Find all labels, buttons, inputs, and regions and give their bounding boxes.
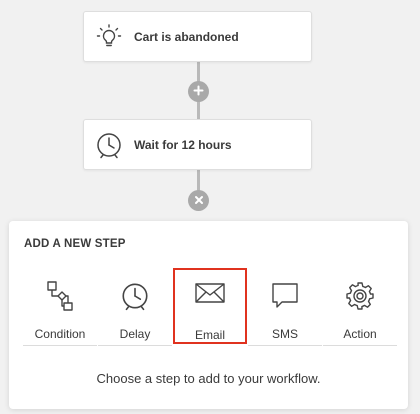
plus-icon — [193, 83, 204, 101]
step-label: Action — [343, 327, 377, 341]
close-panel-button[interactable] — [188, 190, 209, 211]
node-label: Wait for 12 hours — [134, 137, 232, 152]
step-divider — [98, 345, 172, 346]
condition-flow-icon — [45, 280, 75, 312]
step-action[interactable]: Action — [323, 271, 397, 347]
panel-title: ADD A NEW STEP — [24, 238, 126, 250]
step-divider — [248, 345, 322, 346]
step-label: Email — [194, 328, 225, 342]
step-email[interactable]: Email — [173, 268, 247, 344]
workflow-node-wait[interactable]: Wait for 12 hours — [83, 119, 312, 170]
gear-icon — [344, 280, 376, 312]
step-label: Condition — [34, 327, 86, 341]
step-label: Delay — [119, 327, 151, 341]
clock-icon — [94, 130, 124, 160]
connector-line-bottom — [197, 170, 200, 192]
add-step-panel: ADD A NEW STEP Condition Delay Email SMS… — [9, 221, 408, 409]
step-divider — [23, 345, 97, 346]
node-label: Cart is abandoned — [134, 29, 239, 44]
close-icon — [194, 192, 204, 210]
clock-icon — [119, 280, 151, 312]
step-sms[interactable]: SMS — [248, 271, 322, 347]
add-step-button[interactable] — [188, 81, 209, 102]
workflow-node-trigger[interactable]: Cart is abandoned — [83, 11, 312, 62]
step-condition[interactable]: Condition — [23, 271, 97, 347]
speech-bubble-icon — [270, 280, 300, 312]
step-label: SMS — [271, 327, 298, 341]
envelope-icon — [194, 278, 226, 308]
step-divider — [323, 345, 397, 346]
step-delay[interactable]: Delay — [98, 271, 172, 347]
lightbulb-icon — [94, 22, 124, 52]
panel-hint: Choose a step to add to your workflow. — [96, 371, 321, 386]
